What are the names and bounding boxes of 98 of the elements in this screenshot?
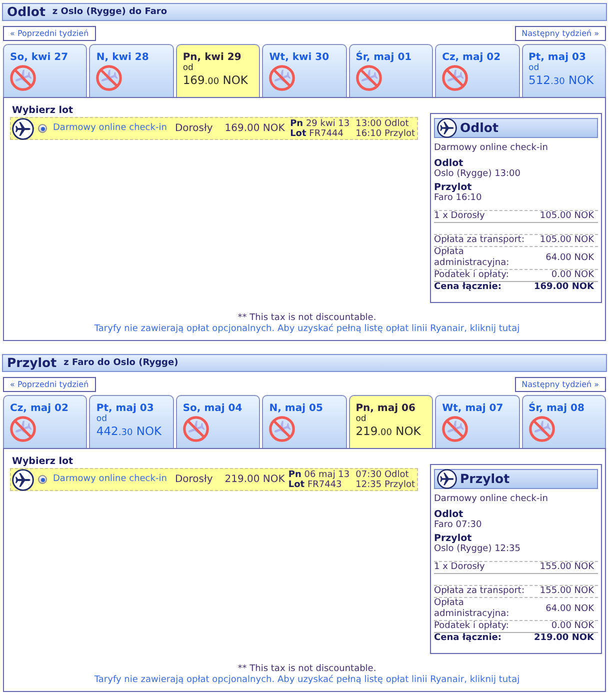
leg-label: Odlot [434,158,464,169]
radio-button[interactable] [38,475,47,484]
arrival-time-text: 16:10 Przylot [356,128,415,138]
charge-label: Podatek i opłaty: [434,270,510,281]
fees-info-link[interactable]: Taryfy nie zawierają opłat opcjonalnych. Aby uzyskać pełną listę opłat linii Ryanair, kliknij tutaj [94,324,520,335]
date-tab[interactable]: So, kwi 27 [3,44,88,97]
no-flights-icon [96,65,122,91]
passenger-type-text: Dorosły [174,474,213,485]
fare-from-text: od [96,414,108,424]
flight-number-text: Lot FR7443 [288,480,343,490]
leg-value: Faro 16:10 [434,193,482,204]
date-tab[interactable]: Śr, maj 08 [522,395,606,448]
charge-amount: 105.00 NOK [540,235,595,246]
passenger-type-text: Dorosły [174,123,213,134]
previous-week-button[interactable]: « Poprzedni tydzień [3,26,96,41]
total-label: Cena łącznie: [434,633,503,644]
fare-price: 219.00 NOK [356,424,421,440]
total-amount: 169.00 NOK [534,282,595,293]
passenger-amount: 105.00 NOK [540,211,595,222]
date-tab[interactable]: Cz, maj 02 [435,44,520,97]
date-tab[interactable]: Pt, maj 03 od 512.30 NOK [522,44,606,97]
fare-from-text: od [182,63,194,73]
select-flight-heading: Wybierz lot [12,105,74,116]
no-flights-icon [442,65,468,91]
fare-type-link[interactable]: Darmowy online check-in [53,474,167,485]
fare-price: 442.30 NOK [96,424,162,440]
passenger-count-text: 1 x Dorosły [434,211,486,222]
tax-note-text: ** This tax is not discountable. [238,313,376,324]
total-amount: 219.00 NOK [534,633,595,644]
arrival-time-text: 12:35 Przylot [356,480,415,490]
date-tab[interactable]: So, maj 04 [176,395,260,448]
charge-label: Opłata za transport: [434,586,526,597]
date-tab[interactable]: Cz, maj 02 [3,395,88,448]
charge-amount: 64.00 NOK [546,604,595,614]
flight-price: 169.00 NOK [224,123,285,134]
date-tab[interactable]: Pt, maj 03 od 442.30 NOK [89,395,174,448]
fare-from-text: od [356,414,366,424]
flight-date-text: Pn 29 kwi 13 [290,118,350,128]
departure-time-text: 13:00 Odlot [356,118,410,128]
passenger-count-text: 1 x Dorosły [434,562,486,573]
previous-week-button[interactable]: « Poprzedni tydzień [3,377,96,392]
flight-date-text: Pn 06 maj 13 [288,470,350,480]
summary-title: Odlot [460,121,498,135]
leg-value: Faro 07:30 [434,520,482,531]
plane-icon [12,118,34,140]
charge-amount: 64.00 NOK [546,252,595,264]
section-title: Odlot [7,5,46,19]
no-flights-icon [10,416,36,442]
no-flights-icon [269,416,296,442]
no-flights-icon [356,65,382,91]
leg-label: Przylot [434,533,472,544]
leg-label: Przylot [434,182,472,193]
leg-value: Oslo (Rygge) 13:00 [434,169,521,180]
tax-note-text: ** This tax is not discountable. [238,664,376,674]
plane-icon [12,468,34,490]
date-tab[interactable]: Śr, maj 01 [348,44,434,97]
leg-label: Odlot [434,509,464,520]
summary-title: Przylot [460,472,510,486]
route-text: z Faro do Oslo (Rygge) [64,358,178,368]
date-tab[interactable]: N, maj 05 [262,395,347,448]
no-flights-icon [442,416,468,442]
no-flights-icon [182,416,209,442]
flight-number-text: Lot FR7444 [290,128,344,138]
no-flights-icon [528,416,555,442]
date-tab[interactable]: Pn, kwi 29 od 169.00 NOK [176,44,260,97]
charge-amount: 0.00 NOK [551,270,595,281]
charge-amount: 0.00 NOK [551,621,595,632]
plane-icon [437,469,457,489]
charge-amount: 155.00 NOK [540,586,595,597]
radio-button[interactable] [38,124,47,133]
leg-value: Oslo (Rygge) 12:35 [434,544,521,555]
next-week-button[interactable]: Następny tydzień » [514,26,606,41]
summary-fare-name: Darmowy online check-in [434,143,548,154]
section-title: Przylot [7,356,57,370]
flight-price: 219.00 NOK [224,474,285,485]
charge-label: Opłata administracyjna: [434,247,510,269]
date-tab[interactable]: Pn, maj 06 od 219.00 NOK [348,395,434,448]
route-text: z Oslo (Rygge) do Faro [52,6,168,18]
no-flights-icon [10,65,36,91]
select-flight-heading: Wybierz lot [12,456,74,467]
fare-from-text: od [528,63,540,73]
date-tab[interactable]: Wt, maj 07 [435,395,520,448]
departure-time-text: 07:30 Odlot [356,470,410,480]
date-tab[interactable]: Wt, kwi 30 [262,44,347,97]
charge-label: Opłata za transport: [434,235,526,246]
next-week-button[interactable]: Następny tydzień » [514,377,606,392]
fees-info-link[interactable]: Taryfy nie zawierają opłat opcjonalnych. Aby uzyskać pełną listę opłat linii Ryanair, kliknij tutaj [94,675,520,686]
summary-fare-name: Darmowy online check-in [434,494,548,505]
plane-icon [437,118,457,138]
total-label: Cena łącznie: [434,282,503,293]
date-tab[interactable]: N, kwi 28 [89,44,174,97]
fare-type-link[interactable]: Darmowy online check-in [53,123,167,134]
passenger-amount: 155.00 NOK [540,562,595,573]
fare-price: 512.30 NOK [528,73,594,89]
fare-price: 169.00 NOK [182,73,248,89]
charge-label: Podatek i opłaty: [434,621,510,632]
no-flights-icon [269,65,296,91]
charge-label: Opłata administracyjna: [434,598,510,620]
